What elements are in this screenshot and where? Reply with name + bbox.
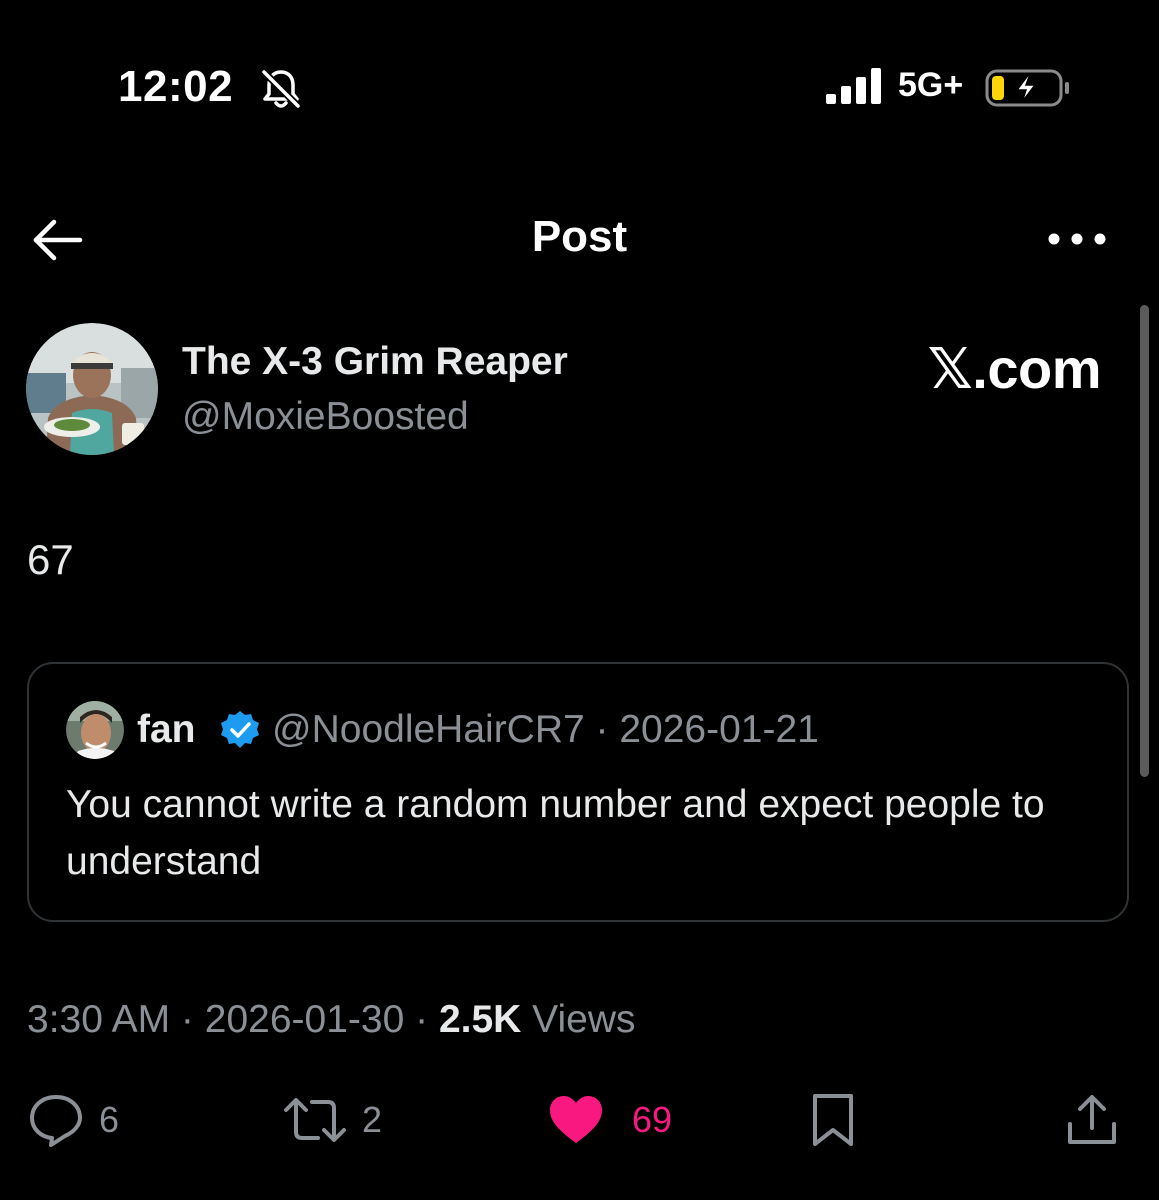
repost-count: 2 xyxy=(362,1099,383,1140)
scrollbar[interactable] xyxy=(1140,305,1149,777)
x-com-watermark: 𝕏.com xyxy=(927,337,1102,400)
author-handle[interactable]: @MoxieBoosted xyxy=(182,395,469,439)
quoted-post-text: You cannot write a random number and exp… xyxy=(66,783,1045,883)
quoted-post-card[interactable]: fan @NoodleHairCR7 · 2026-01-21 You cann… xyxy=(27,662,1129,922)
verified-badge-icon xyxy=(221,711,259,748)
meta-separator: · xyxy=(170,998,205,1041)
heart-filled-icon xyxy=(550,1096,602,1143)
status-time: 12:02 xyxy=(118,62,234,111)
like-button[interactable]: 69 xyxy=(548,1090,672,1150)
quoted-handle-date: @NoodleHairCR7 · 2026-01-21 xyxy=(272,708,819,751)
author-name[interactable]: The X-3 Grim Reaper xyxy=(182,340,568,384)
quoted-author-name[interactable]: fan xyxy=(137,708,196,752)
battery-charging-icon xyxy=(985,69,1069,107)
like-count: 69 xyxy=(632,1099,673,1140)
bell-off-icon xyxy=(261,69,301,109)
views-label: Views xyxy=(532,998,636,1041)
repost-icon xyxy=(284,1098,346,1142)
post-text: 67 xyxy=(27,536,74,583)
repost-button[interactable]: 2 xyxy=(282,1090,382,1150)
reply-button[interactable]: 6 xyxy=(27,1090,119,1150)
share-button[interactable] xyxy=(1064,1090,1120,1150)
post-time: 3:30 AM xyxy=(27,998,171,1041)
page-title: Post xyxy=(531,212,628,261)
more-options-icon[interactable] xyxy=(1044,224,1110,254)
reply-count: 6 xyxy=(99,1099,120,1140)
network-label: 5G+ xyxy=(898,66,964,104)
meta-separator: · xyxy=(404,998,439,1041)
views-count[interactable]: 2.5K xyxy=(439,998,521,1041)
author-avatar[interactable] xyxy=(26,323,158,455)
bookmark-icon xyxy=(813,1094,853,1146)
bookmark-button[interactable] xyxy=(808,1090,858,1150)
share-icon xyxy=(1068,1095,1116,1144)
signal-icon xyxy=(826,68,881,104)
post-metadata: 3:30 AM · 2026-01-30 · 2.5K Views xyxy=(27,998,636,1042)
quoted-author-avatar[interactable] xyxy=(66,701,124,759)
reply-icon xyxy=(30,1095,82,1147)
post-date: 2026-01-30 xyxy=(204,998,405,1041)
